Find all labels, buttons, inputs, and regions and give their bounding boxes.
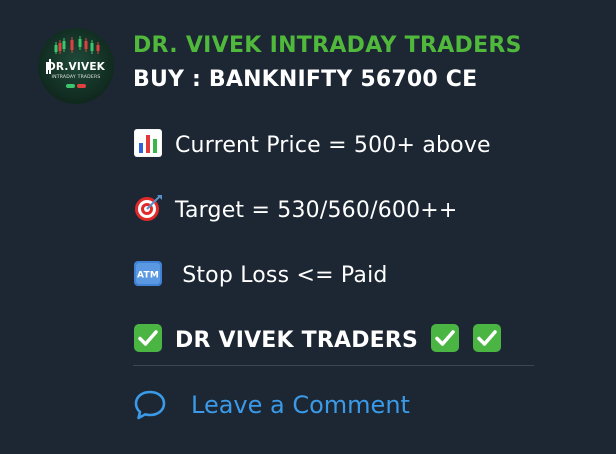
divider — [133, 365, 534, 366]
check-mark-button-emoji-icon — [430, 323, 460, 353]
headline-text: BUY : BANKNIFTY 56700 CE — [133, 67, 478, 92]
channel-avatar[interactable]: DR.VIVEK INTRADAY TRADERS — [38, 28, 114, 104]
check-mark-button-emoji-icon — [472, 323, 502, 353]
message-card: DR.VIVEK INTRADAY TRADERS DR. VIVEK INTR… — [0, 0, 616, 454]
target-text: Target = 530/560/600++ — [175, 198, 458, 223]
leave-comment-button[interactable]: Leave a Comment — [191, 391, 410, 419]
bar-chart-emoji-icon — [133, 128, 163, 158]
direct-hit-target-emoji-icon — [133, 193, 163, 223]
message-line-price: Current Price = 500+ above — [133, 128, 491, 158]
message-line-stoploss: ATM Stop Loss <= Paid — [133, 258, 388, 288]
avatar-title: DR.VIVEK — [46, 61, 106, 73]
sender-name[interactable]: DR. VIVEK INTRADAY TRADERS — [133, 33, 522, 58]
message-line-signature: DR VIVEK TRADERS — [133, 323, 502, 353]
svg-text:ATM: ATM — [137, 271, 159, 281]
check-mark-button-emoji-icon — [133, 323, 163, 353]
signature-text: DR VIVEK TRADERS — [175, 328, 419, 353]
speech-bubble-icon[interactable] — [133, 389, 167, 421]
price-text: Current Price = 500+ above — [175, 133, 491, 158]
message-line-target: Target = 530/560/600++ — [133, 193, 458, 223]
atm-sign-emoji-icon: ATM — [133, 258, 163, 288]
stoploss-text: Stop Loss <= Paid — [175, 263, 388, 288]
avatar-subtitle: INTRADAY TRADERS — [51, 75, 101, 80]
